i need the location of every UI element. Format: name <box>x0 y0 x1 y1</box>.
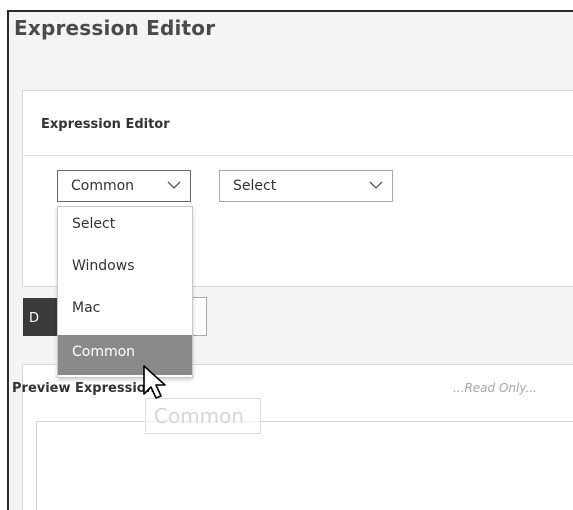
function-select-value: Select <box>233 178 277 194</box>
dropdown-option-windows[interactable]: Windows <box>58 249 192 289</box>
panel-divider <box>23 155 573 156</box>
mouse-pointer-icon <box>143 365 166 399</box>
preview-panel: Preview Expression ...Read Only... <box>12 364 573 510</box>
drag-ghost-text: Common <box>145 398 261 434</box>
preview-expression-area <box>36 421 573 510</box>
read-only-label: ...Read Only... <box>453 381 537 395</box>
dropdown-option-mac[interactable]: Mac <box>58 291 192 331</box>
preview-expression-label: Preview Expression <box>12 381 155 396</box>
window-frame: Expression Editor Expression Editor Comm… <box>7 10 573 510</box>
function-select[interactable]: Select <box>219 170 393 202</box>
chevron-down-icon <box>369 181 383 189</box>
category-dropdown-menu: Select Windows Mac Common <box>57 206 193 378</box>
page-title: Expression Editor <box>14 16 216 40</box>
dropdown-option-select[interactable]: Select <box>58 207 192 247</box>
dropdown-option-common[interactable]: Common <box>58 335 192 375</box>
chevron-down-icon <box>167 181 181 189</box>
panel-title: Expression Editor <box>41 117 170 132</box>
category-select-value: Common <box>71 178 135 194</box>
category-select[interactable]: Common <box>57 170 191 202</box>
